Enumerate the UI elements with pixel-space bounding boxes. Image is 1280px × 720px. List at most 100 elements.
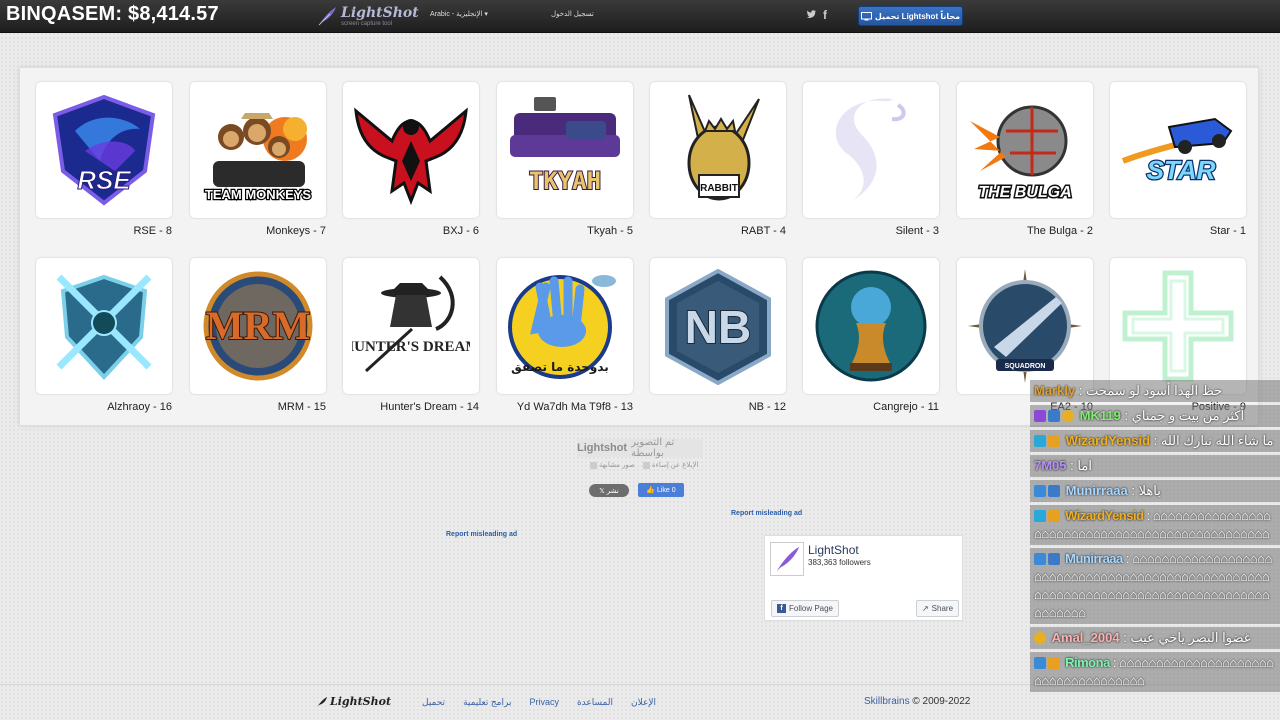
team-caption: NB - 12 bbox=[748, 401, 786, 413]
footer-link-advertising[interactable]: الإعلان bbox=[631, 697, 656, 708]
gift-badge-icon bbox=[1048, 410, 1060, 422]
nb-logo-text: NB bbox=[685, 301, 751, 353]
language-label: Arabic - الإنجليزية bbox=[430, 11, 483, 18]
chat-text: : ما شاء الله تبارك الله bbox=[1153, 433, 1274, 448]
team-logo-thumb: TEAM MONKEYS bbox=[190, 82, 326, 218]
crossed-swords-shield-icon bbox=[56, 274, 152, 380]
footer-logo[interactable]: LightShot bbox=[316, 695, 391, 708]
gem-badge-icon bbox=[1034, 510, 1046, 522]
chat-username: WizardYensid bbox=[1065, 433, 1151, 448]
team-logo-thumb: MRM bbox=[190, 258, 326, 394]
chat-text: : باهلا bbox=[1131, 483, 1161, 498]
lightshot-logo[interactable]: LightShot screen capture tool bbox=[316, 5, 419, 27]
similar-images-link[interactable]: صور مشابهة bbox=[588, 461, 635, 469]
like-label: Like 0 bbox=[656, 486, 676, 494]
team-logo-thumb: HUNTER'S DREAM bbox=[343, 258, 479, 394]
team-tile: RSE RSE - 8 bbox=[36, 82, 172, 237]
share-x-label: نشر bbox=[606, 487, 619, 495]
footer-link-tutorials[interactable]: برامج تعليمية bbox=[463, 697, 511, 708]
team-caption: Tkyah - 5 bbox=[587, 225, 633, 237]
x-logo-icon: 𝕏 bbox=[599, 487, 607, 495]
footer-links: تحميل برامج تعليمية Privacy المساعدة الإ… bbox=[422, 697, 656, 708]
chat-text: : غضوا البصر ياخي عيب bbox=[1123, 630, 1251, 645]
download-label: تحميل Lightshot مجاناً bbox=[874, 11, 961, 21]
feather-logo-icon bbox=[317, 696, 327, 707]
chat-message: MK119 : أكثر من بيت و جمناي bbox=[1030, 405, 1280, 427]
team-caption: Monkeys - 7 bbox=[266, 225, 326, 237]
positive-cross-logo-icon bbox=[1122, 270, 1234, 382]
facebook-like-button[interactable]: 👍 Like 0 bbox=[638, 483, 684, 497]
team-monkeys-logo-text: TEAM MONKEYS bbox=[205, 187, 312, 202]
logo-subtitle: screen capture tool bbox=[341, 20, 393, 27]
facebook-icon: f bbox=[776, 604, 786, 613]
fb-page-name[interactable]: LightShot bbox=[808, 543, 859, 557]
team-caption: MRM - 15 bbox=[277, 401, 326, 413]
chat-text: : حظ الهدا أسود لو سمحت bbox=[1078, 383, 1223, 398]
hunters-logo-text: HUNTER'S DREAM bbox=[352, 339, 470, 355]
team-logo-thumb bbox=[343, 82, 479, 218]
download-lightshot-button[interactable]: تحميل Lightshot مجاناً bbox=[858, 6, 963, 26]
team-logo-thumb: THE BULGA bbox=[957, 82, 1093, 218]
screenshot-actions: صور مشابهة الإبلاغ عن إساءة bbox=[588, 461, 698, 469]
tkyah-logo-text: TKYAH bbox=[529, 167, 601, 195]
team-tile: HUNTER'S DREAM Hunter's Dream - 14 bbox=[343, 258, 479, 413]
captured-by-prefix: تم التصوير بواسطة bbox=[631, 437, 675, 459]
fb-followers-count: 383,363 followers bbox=[808, 558, 871, 567]
footer-link-download[interactable]: تحميل bbox=[422, 697, 445, 708]
twitter-icon[interactable] bbox=[806, 9, 817, 20]
team-caption: Hunter's Dream - 14 bbox=[380, 401, 479, 413]
team-logo-thumb: بدوحدة ما تصفق bbox=[497, 258, 633, 394]
crying-hand-logo-icon: بدوحدة ما تصفق bbox=[508, 275, 616, 379]
thumbs-up-icon: 👍 bbox=[646, 487, 657, 494]
rse-logo-icon: RSE bbox=[52, 94, 156, 206]
trophy-logo-icon bbox=[815, 270, 927, 382]
share-on-x-button[interactable]: 𝕏 نشر bbox=[589, 484, 629, 497]
follow-page-button[interactable]: f Follow Page bbox=[771, 600, 839, 617]
rabbit-logo-icon: RABBIT bbox=[687, 94, 760, 201]
team-caption: Cangrejo - 11 bbox=[873, 401, 939, 413]
chat-message: WizardYensid : ⌂⌂⌂⌂⌂⌂⌂⌂⌂⌂⌂⌂⌂⌂⌂⌂⌂⌂⌂⌂⌂⌂⌂⌂⌂… bbox=[1030, 505, 1280, 545]
facebook-icon[interactable]: f bbox=[823, 8, 827, 22]
team-caption: Yd Wa7dh Ma T9f8 - 13 bbox=[516, 401, 633, 413]
chat-text: : أكثر من بيت و جمناي bbox=[1124, 408, 1245, 423]
fb-share-button[interactable]: ↗ Share bbox=[916, 600, 959, 617]
crown-badge-icon bbox=[1048, 657, 1060, 669]
team-logo-thumb bbox=[36, 258, 172, 394]
sword-badge-icon bbox=[1034, 485, 1046, 497]
lightshot-avatar[interactable] bbox=[770, 542, 804, 576]
footer-link-privacy[interactable]: Privacy bbox=[529, 697, 559, 708]
captured-by-label: Lightshot تم التصوير بواسطة bbox=[577, 437, 703, 459]
team-caption: Silent - 3 bbox=[895, 225, 939, 237]
monitor-download-icon bbox=[860, 11, 872, 20]
crown-badge-icon bbox=[1048, 510, 1060, 522]
footer-link-help[interactable]: المساعدة bbox=[577, 697, 613, 708]
squadron-jet-logo-icon: SQUADRON bbox=[968, 269, 1082, 383]
skillbrains-link[interactable]: Skillbrains bbox=[864, 696, 910, 707]
hunters-dream-logo-icon: HUNTER'S DREAM bbox=[352, 275, 470, 373]
report-misleading-ad-link[interactable]: Report misleading ad bbox=[446, 531, 517, 538]
red-eagle-logo-icon bbox=[354, 107, 468, 206]
team-logo-thumb: NB bbox=[650, 258, 786, 394]
chat-username: Amal_2004 bbox=[1051, 630, 1120, 645]
captured-by-brand: Lightshot bbox=[577, 442, 628, 454]
logo-title: LightShot bbox=[341, 4, 419, 21]
team-tile: RABBIT RABT - 4 bbox=[650, 82, 786, 237]
team-logo-thumb: RABBIT bbox=[650, 82, 786, 218]
report-abuse-link[interactable]: الإبلاغ عن إساءة bbox=[641, 461, 698, 469]
crown-badge-icon bbox=[1048, 435, 1060, 447]
team-tile: Cangrejo - 11 bbox=[803, 258, 939, 413]
chat-message: Munirraaa : باهلا bbox=[1030, 480, 1280, 502]
gift-badge-icon bbox=[1048, 485, 1060, 497]
chevron-down-icon: ▾ bbox=[484, 11, 488, 18]
screenshot-image-panel: RSE RSE - 8 TEAM MONKEYS Monkeys - 7 BXJ… bbox=[20, 68, 1258, 425]
language-select[interactable]: Arabic - الإنجليزية ▾ bbox=[430, 10, 488, 18]
chat-message: WizardYensid : ما شاء الله تبارك الله bbox=[1030, 430, 1280, 452]
login-link[interactable]: تسجيل الدخول bbox=[551, 10, 594, 18]
copyright-text: © 2009-2022 bbox=[909, 696, 971, 707]
coin-badge-icon bbox=[1034, 632, 1046, 644]
chat-message: 7M05 : اما bbox=[1030, 455, 1280, 477]
chat-username: Rimona bbox=[1065, 655, 1110, 670]
report-misleading-ad-link[interactable]: Report misleading ad bbox=[731, 510, 802, 517]
team-logo-thumb bbox=[803, 258, 939, 394]
team-caption: Alzhraoy - 16 bbox=[107, 401, 172, 413]
